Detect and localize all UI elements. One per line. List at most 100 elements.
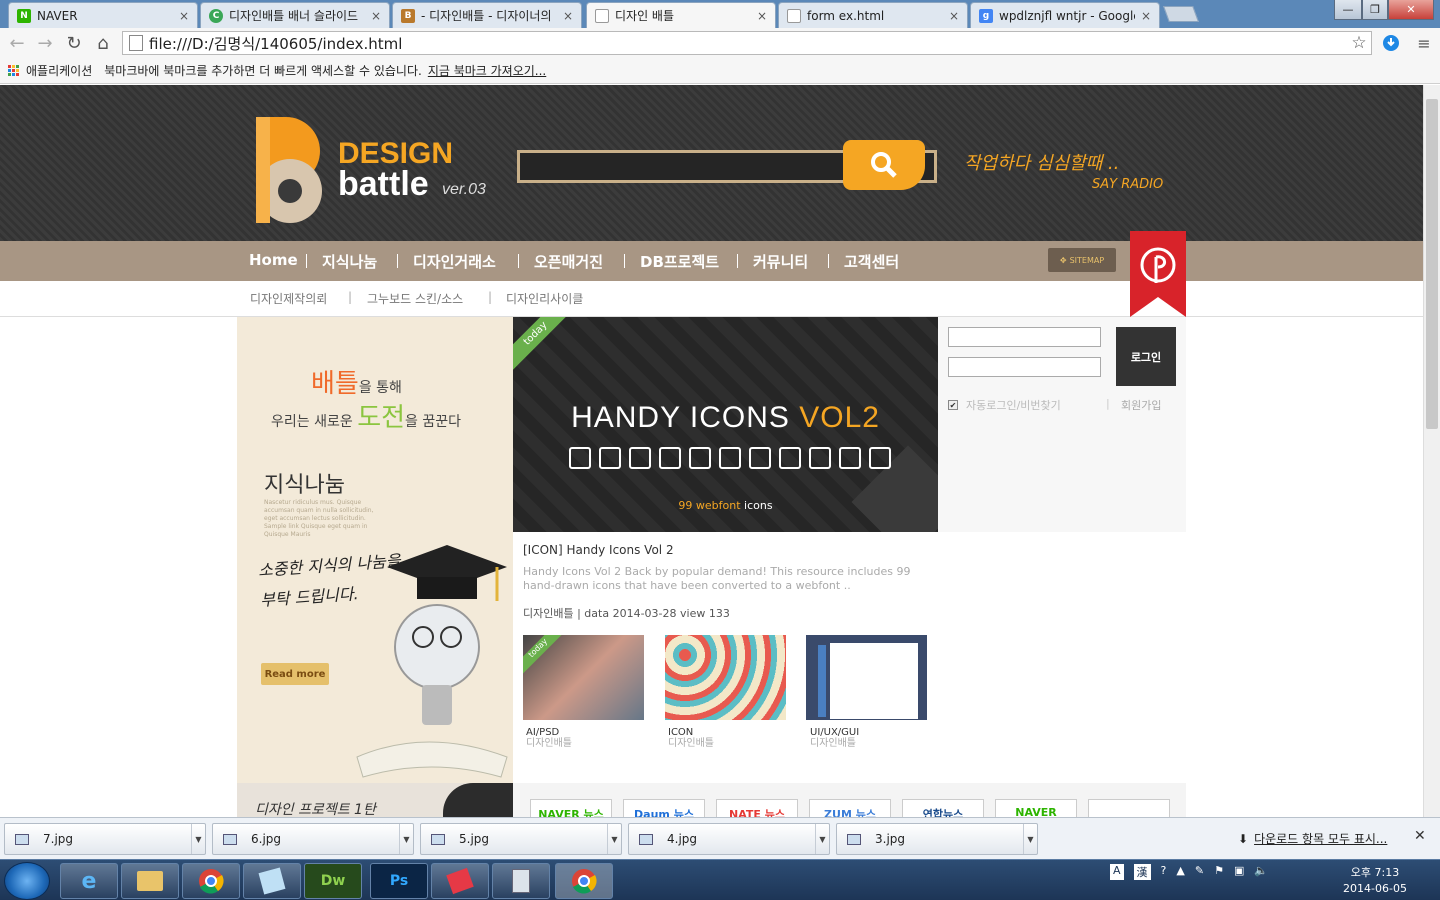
home-icon[interactable]: ⌂ [92,32,114,54]
apps-link[interactable]: 애플리케이션 [26,62,92,79]
pinterest-icon[interactable] [1130,231,1186,317]
subnav-recycle[interactable]: 디자인리사이클 [506,290,583,307]
start-button[interactable] [4,862,50,900]
thumb-category[interactable]: ICON [668,727,693,738]
password-input[interactable] [948,357,1101,377]
chevron-down-icon[interactable]: ▼ [191,824,205,854]
close-icon[interactable]: × [371,9,381,23]
nav-home[interactable]: Home [249,251,298,269]
site-search-button[interactable] [843,140,925,190]
apps-grid-icon[interactable] [8,64,20,77]
news-daum[interactable]: Daum 뉴스 [623,799,705,817]
download-icon[interactable] [1380,32,1402,54]
reload-icon[interactable]: ↻ [63,32,85,54]
nav-knowledge[interactable]: 지식나눔 [322,251,377,272]
forward-icon[interactable]: → [34,32,56,54]
chrome-icon[interactable] [182,863,240,899]
featured-banner[interactable]: today HANDY ICONS VOL2 99 webfont icons [513,317,938,532]
subnav-request[interactable]: 디자인제작의뢰 [250,290,327,307]
news-yonhap[interactable]: 연합뉴스 [902,799,984,817]
close-icon[interactable]: × [179,9,189,23]
new-tab-button[interactable] [1163,6,1199,22]
sitemap-button[interactable]: ✥ SITEMAP [1048,248,1116,272]
tab-active[interactable]: 디자인 배틀 × [586,2,776,28]
chrome-icon[interactable] [555,863,613,899]
menu-icon[interactable]: ≡ [1413,32,1435,54]
close-window-button[interactable]: ✕ [1388,0,1434,20]
import-bookmarks-link[interactable]: 지금 북마크 가져오기... [428,62,546,79]
volume-icon[interactable]: 🔈 [1254,864,1268,880]
auto-login-label[interactable]: 자동로그인/비번찾기 [966,397,1061,413]
network-icon[interactable]: ▣ [1234,864,1244,880]
vertical-scrollbar[interactable] [1423,85,1440,817]
radio-tagline[interactable]: 작업하다 심심할때 .. [964,149,1119,175]
chevron-up-icon[interactable]: ▲ [1176,864,1184,880]
scrollbar-thumb[interactable] [1426,99,1438,429]
news-nate[interactable]: NATE 뉴스 [716,799,798,817]
news-naver[interactable]: NAVER 뉴스 [530,799,612,817]
auto-login-checkbox[interactable]: ✔ [948,400,958,410]
thumbnail-icon[interactable] [665,635,786,720]
flag-icon[interactable]: ⚑ [1214,864,1224,880]
tab-form[interactable]: form ex.html × [778,2,968,28]
chevron-down-icon[interactable]: ▼ [1023,824,1037,854]
post-title[interactable]: [ICON] Handy Icons Vol 2 [523,543,933,557]
news-naver-2[interactable]: NAVER [995,799,1077,817]
chevron-down-icon[interactable]: ▼ [607,824,621,854]
thumb-category[interactable]: UI/UX/GUI [810,727,859,738]
news-zum[interactable]: ZUM 뉴스 [809,799,891,817]
thumb-category[interactable]: AI/PSD [526,727,559,738]
chevron-down-icon[interactable]: ▼ [815,824,829,854]
read-more-button[interactable]: Read more [261,663,329,685]
pen-icon[interactable]: ✎ [1195,864,1204,880]
download-item[interactable]: 3.jpg ▼ [836,823,1038,855]
address-bar[interactable]: file:///D:/김명식/140605/index.html [122,31,1372,55]
site-logo-mark[interactable] [252,115,324,227]
explorer-icon[interactable] [121,863,179,899]
dreamweaver-icon[interactable]: Dw [304,863,362,899]
calculator-icon[interactable] [492,863,550,899]
ie-icon[interactable]: e [60,863,118,899]
nav-dbproject[interactable]: DB프로젝트 [640,251,719,272]
close-icon[interactable]: × [563,9,573,23]
download-item[interactable]: 4.jpg ▼ [628,823,830,855]
notepad-icon[interactable] [243,863,301,899]
post-author[interactable]: 디자인배틀 [523,607,574,620]
ime-icon[interactable]: A [1110,864,1124,880]
download-item[interactable]: 6.jpg ▼ [212,823,414,855]
help-icon[interactable]: ? [1161,864,1167,880]
thumbnail-aipsd[interactable]: today [523,635,644,720]
ime-hanja-icon[interactable]: 漢 [1133,864,1151,880]
join-link[interactable]: 회원가입 [1121,397,1161,413]
download-item[interactable]: 7.jpg ▼ [4,823,206,855]
subnav-gnuboard[interactable]: 그누보드 스킨/소스 [367,290,463,307]
maximize-button[interactable]: ❐ [1362,0,1388,20]
news-empty[interactable] [1088,799,1170,817]
nav-support[interactable]: 고객센터 [844,251,899,272]
photoshop-icon[interactable]: Ps [370,863,428,899]
back-icon[interactable]: ← [6,32,28,54]
tab-banner[interactable]: C 디자인배틀 배너 슬라이드 × [200,2,390,28]
tab-google[interactable]: g wpdlznjfl wntjr - Google × [970,2,1160,28]
project-banner[interactable]: 디자인 프로젝트 1탄 [237,783,513,817]
close-downloads-icon[interactable]: ✕ [1414,828,1426,844]
download-item[interactable]: 5.jpg ▼ [420,823,622,855]
chevron-down-icon[interactable]: ▼ [399,824,413,854]
thumbnail-uiux[interactable] [806,635,927,720]
close-icon[interactable]: × [757,9,767,23]
close-icon[interactable]: × [1141,9,1151,23]
radio-title[interactable]: SAY RADIO [1092,177,1163,192]
nav-exchange[interactable]: 디자인거래소 [413,251,496,272]
minimize-button[interactable]: — [1334,0,1362,20]
star-icon[interactable]: ☆ [1348,32,1370,54]
paint-icon[interactable] [431,863,489,899]
show-all-downloads-link[interactable]: ⬇ 다운로드 항목 모두 표시... [1238,830,1387,847]
knowledge-banner[interactable]: 배틀을 통해 우리는 새로운 도전을 꿈꾼다 지식나눔 Nascetur rid… [237,317,513,783]
tab-naver[interactable]: N NAVER × [8,2,198,28]
nav-community[interactable]: 커뮤니티 [753,251,808,272]
clock[interactable]: 오후 7:13 2014-06-05 [1340,865,1410,897]
login-button[interactable]: 로그인 [1116,327,1176,386]
tab-designbattle[interactable]: B - 디자인배틀 - 디자이너의 × [392,2,582,28]
nav-magazine[interactable]: 오픈매거진 [534,251,603,272]
close-icon[interactable]: × [949,9,959,23]
